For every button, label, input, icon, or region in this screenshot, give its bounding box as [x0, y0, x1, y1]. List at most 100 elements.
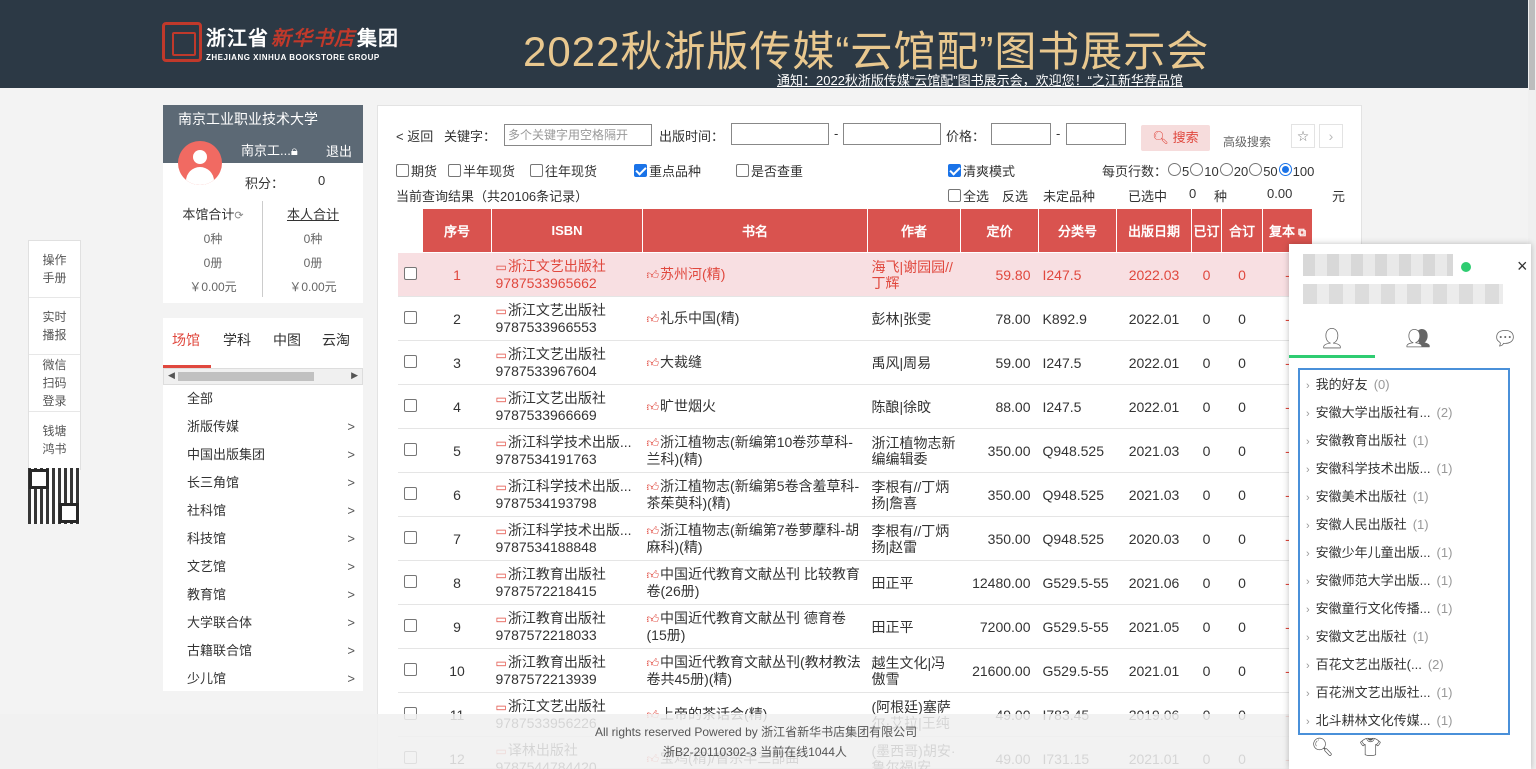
price-max-input[interactable]	[1066, 123, 1126, 145]
table-row[interactable]: 7浙江科学技术出版...9787534188848👍︎浙江植物志(新编第7卷萝藦…	[397, 516, 1313, 561]
back-link[interactable]: < 返回	[396, 126, 433, 145]
category-item[interactable]: 教育馆 >	[163, 581, 363, 609]
tab-subject[interactable]: 学科	[223, 330, 251, 350]
col-header-select[interactable]	[397, 208, 423, 253]
row-checkbox[interactable]	[403, 486, 417, 500]
category-item[interactable]: 少儿馆 >	[163, 665, 363, 693]
pubtime-end-input[interactable]	[843, 123, 941, 145]
table-row[interactable]: 4浙江文艺出版社9787533966669👍︎旷世烟火陈酿|徐旼88.00I24…	[397, 384, 1313, 429]
friend-group-item[interactable]: › 安徽大学出版社有... (2)	[1300, 399, 1508, 427]
table-row[interactable]: 9浙江教育出版社9787572218033👍︎中国近代教育文献丛刊 德育卷(15…	[397, 604, 1313, 649]
category-item[interactable]: 社科馆 >	[163, 497, 363, 525]
col-header-no[interactable]: 序号	[422, 208, 492, 253]
category-item[interactable]: 大学联合体 >	[163, 609, 363, 637]
table-row[interactable]: 10浙江教育出版社9787572213939👍︎中国近代教育文献丛刊(教材教法卷…	[397, 648, 1313, 693]
table-row[interactable]: 2浙江文艺出版社9787533966553👍︎礼乐中国(精)彭林|张雯78.00…	[397, 296, 1313, 341]
scroll-left-icon[interactable]: ◀	[168, 370, 175, 381]
friend-group-item[interactable]: › 安徽童行文化传播... (1)	[1300, 595, 1508, 623]
table-row[interactable]: 5浙江科学技术出版...9787534191763👍︎浙江植物志(新编第10卷莎…	[397, 428, 1313, 473]
publisher[interactable]: 浙江文艺出版社	[496, 346, 639, 363]
search-button[interactable]: 🔍︎ 搜索	[1141, 125, 1210, 151]
row-checkbox[interactable]	[403, 442, 417, 456]
col-header-date[interactable]: 出版日期	[1116, 208, 1192, 253]
row-checkbox[interactable]	[403, 354, 417, 368]
friend-group-item[interactable]: › 安徽师范大学出版... (1)	[1300, 567, 1508, 595]
scroll-right-icon[interactable]: ▶	[351, 370, 358, 381]
publisher[interactable]: 浙江教育出版社	[496, 610, 639, 627]
logout-link[interactable]: 退出	[326, 141, 352, 160]
tab-venue[interactable]: 场馆	[172, 330, 200, 350]
row-checkbox[interactable]	[403, 574, 417, 588]
col-header-isbn[interactable]: ISBN	[491, 208, 643, 253]
float-wechat-login[interactable]: 微信扫码登录	[29, 355, 80, 412]
notice-marquee[interactable]: 通知：2022秋浙版传媒“云馆配”图书展示会，欢迎您！“之江新华荐品馆	[777, 70, 1239, 89]
friend-group-item[interactable]: › 安徽人民出版社 (1)	[1300, 511, 1508, 539]
perpage-radio[interactable]	[1249, 162, 1263, 176]
row-checkbox[interactable]	[403, 618, 417, 632]
chat-skin-icon[interactable]: 👕︎	[1359, 737, 1382, 758]
next-arrow-icon[interactable]: ›	[1319, 124, 1343, 148]
category-item[interactable]: 长三角馆 >	[163, 469, 363, 497]
friend-group-item[interactable]: › 百花洲文艺出版社... (1)	[1300, 679, 1508, 707]
book-title-link[interactable]: 中国近代教育文献丛刊 比较教育卷(26册)	[647, 566, 860, 599]
float-qiantang[interactable]: 钱塘鸿书	[29, 412, 80, 469]
keyword-input[interactable]: 多个关键字用空格隔开	[504, 124, 652, 146]
book-title-link[interactable]: 浙江植物志(新编第5卷含羞草科-茶茱萸科)(精)	[647, 478, 860, 511]
table-row[interactable]: 8浙江教育出版社9787572218415👍︎中国近代教育文献丛刊 比较教育卷(…	[397, 560, 1313, 605]
publisher[interactable]: 浙江教育出版社	[496, 566, 639, 583]
undecided-link[interactable]: 未定品种	[1043, 186, 1095, 205]
option-past-year-stock-checkbox[interactable]: 往年现货	[530, 161, 597, 180]
my-total-link[interactable]: 本人合计	[263, 203, 363, 227]
table-row[interactable]: 3浙江文艺出版社9787533967604👍︎大裁缝禹风|周易59.00I247…	[397, 340, 1313, 385]
book-title-link[interactable]: 苏州河(精)	[660, 266, 725, 282]
publisher[interactable]: 浙江科学技术出版...	[496, 434, 639, 451]
option-key-titles-checkbox[interactable]: 重点品种	[634, 161, 701, 180]
friend-group-item[interactable]: › 安徽少年儿童出版... (1)	[1300, 539, 1508, 567]
friend-group-item[interactable]: › 北斗耕林文化传媒... (1)	[1300, 707, 1508, 733]
scrollbar-thumb[interactable]	[1529, 0, 1535, 90]
tabs-scrollbar[interactable]: ◀ ▶	[163, 368, 363, 385]
chat-search-icon[interactable]: 🔍︎	[1311, 737, 1334, 758]
refresh-icon[interactable]: ⟳	[234, 210, 243, 222]
messages-tab-icon[interactable]: 💬︎	[1492, 326, 1518, 350]
tab-cloud[interactable]: 云淘	[322, 330, 350, 350]
pubtime-start-input[interactable]	[731, 123, 829, 145]
table-row[interactable]: 6浙江科学技术出版...9787534193798👍︎浙江植物志(新编第5卷含羞…	[397, 472, 1313, 517]
table-row[interactable]: 1浙江文艺出版社9787533965662👍︎苏州河(精)海飞|谢园园//丁辉5…	[397, 252, 1313, 297]
perpage-radio[interactable]	[1278, 162, 1292, 176]
publisher[interactable]: 浙江文艺出版社	[496, 302, 639, 319]
price-min-input[interactable]	[991, 123, 1051, 145]
edit-icon[interactable]: ⧉	[1295, 227, 1306, 239]
perpage-radio[interactable]	[1219, 162, 1233, 176]
logo[interactable]: 浙江省 新华书店 集团 ZHEJIANG XINHUA BOOKSTORE GR…	[162, 22, 399, 62]
col-header-ordered[interactable]: 已订	[1191, 208, 1222, 253]
row-checkbox[interactable]	[403, 662, 417, 676]
category-item[interactable]: 文艺馆 >	[163, 553, 363, 581]
invert-select-link[interactable]: 反选	[1002, 186, 1028, 205]
advanced-search-link[interactable]: 高级搜索	[1223, 133, 1271, 150]
col-header-joint[interactable]: 合订	[1221, 208, 1263, 253]
book-title-link[interactable]: 浙江植物志(新编第7卷萝藦科-胡麻科)(精)	[647, 522, 860, 555]
tab-clc[interactable]: 中图	[273, 330, 301, 350]
option-dedupe-checkbox[interactable]: 是否查重	[736, 161, 803, 180]
lib-total-link[interactable]: 本馆合计⟳	[163, 203, 263, 227]
row-checkbox[interactable]	[403, 310, 417, 324]
option-half-year-stock-checkbox[interactable]: 半年现货	[448, 161, 515, 180]
category-item[interactable]: 科技馆 >	[163, 525, 363, 553]
publisher[interactable]: 浙江科学技术出版...	[496, 522, 639, 539]
category-item[interactable]: 浙版传媒 >	[163, 413, 363, 441]
book-title-link[interactable]: 礼乐中国(精)	[660, 310, 739, 326]
row-checkbox[interactable]	[403, 530, 417, 544]
category-item[interactable]: 中国出版集团 >	[163, 441, 363, 469]
col-header-class[interactable]: 分类号	[1038, 208, 1117, 253]
book-title-link[interactable]: 中国近代教育文献丛刊 德育卷(15册)	[647, 610, 846, 643]
publisher[interactable]: 浙江文艺出版社	[496, 258, 639, 275]
book-title-link[interactable]: 中国近代教育文献丛刊(教材教法卷共45册)(精)	[647, 654, 861, 687]
friend-group-item[interactable]: › 安徽科学技术出版... (1)	[1300, 455, 1508, 483]
row-checkbox[interactable]	[403, 266, 417, 280]
perpage-radio[interactable]	[1190, 162, 1204, 176]
category-item[interactable]: 全部	[163, 385, 363, 413]
float-live-report[interactable]: 实时播报	[29, 298, 80, 355]
select-all-checkbox[interactable]: 全选	[948, 186, 989, 205]
col-header-author[interactable]: 作者	[867, 208, 961, 253]
